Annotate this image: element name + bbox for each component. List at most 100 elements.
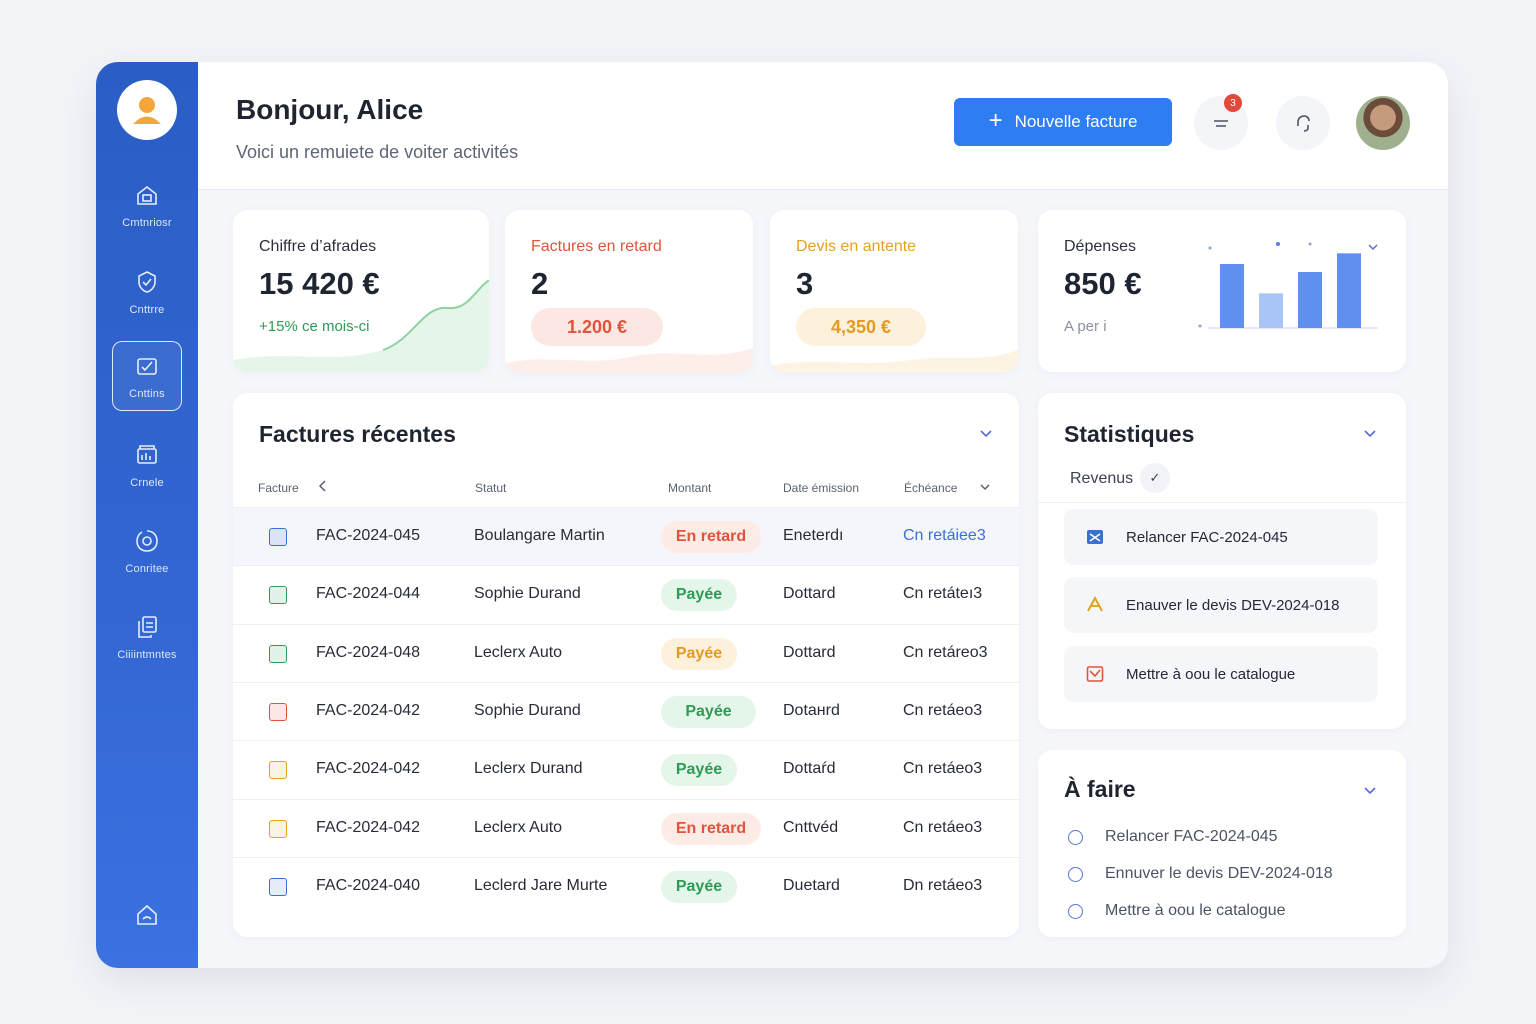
quotes-wave xyxy=(770,350,1018,372)
col-invoice[interactable]: Facture xyxy=(258,481,299,495)
col-amount[interactable]: Montant xyxy=(668,481,711,495)
sidebar-item-clients[interactable]: Cnttrre xyxy=(112,257,182,327)
expenses-title: Dépenses xyxy=(1064,238,1137,255)
invoice-due: Cn retáteı3 xyxy=(903,585,983,603)
chart-doc-icon xyxy=(137,444,157,464)
invoice-due: Cn retáreo3 xyxy=(903,643,988,661)
invoice-icon xyxy=(1087,530,1103,544)
sidebar-item-dashboard[interactable]: Cmtnriosr xyxy=(112,170,182,240)
col-due[interactable]: Échéance xyxy=(904,481,957,495)
table-row[interactable]: FAC-2024-048 Leclerx Auto Payée Dottard Cn r… xyxy=(233,623,1019,682)
expense-bar xyxy=(1220,264,1244,328)
home-icon[interactable] xyxy=(134,902,160,928)
revenue-sparkline xyxy=(233,280,489,372)
help-button[interactable] xyxy=(1276,96,1330,150)
checkbox[interactable] xyxy=(1068,903,1083,919)
todo-card: À faire Relancer FAC-2024-045 Ennuver le… xyxy=(1038,750,1406,937)
invoice-file-icon xyxy=(269,528,287,546)
invoice-due: Cn retáeo3 xyxy=(903,760,983,778)
chevron-down-icon[interactable] xyxy=(978,425,994,441)
expenses-value: 850 € xyxy=(1064,266,1142,301)
col-date[interactable]: Date émission xyxy=(783,481,859,495)
table-row[interactable]: FAC-2024-042 Sophie Durand Payée Dotaнrd Cn … xyxy=(233,681,1019,740)
table-row[interactable]: FAC-2024-044 Sophie Durand Payée Dottard Cn … xyxy=(233,565,1019,623)
sidebar-item-documents[interactable]: Ciiiintmntes xyxy=(112,602,182,672)
statistics-item[interactable]: Enauver le devis DEV-2024-018 xyxy=(1064,577,1378,633)
sidebar-item-label: Conritee xyxy=(125,562,169,575)
expense-bar xyxy=(1337,253,1361,328)
sidebar-avatar[interactable] xyxy=(117,80,177,140)
checkbox[interactable] xyxy=(1068,866,1083,882)
todo-item[interactable]: Ennuver le devis DEV-2024-018 xyxy=(1068,865,1333,883)
chevron-down-icon[interactable] xyxy=(979,481,991,493)
revenue-card: Chiffre d’afrades 15 420 € +15% ce mois-… xyxy=(233,210,489,372)
todo-item[interactable]: Mettre à oou le catalogue xyxy=(1068,902,1286,920)
statistics-item[interactable]: Mettre à oou le catalogue xyxy=(1064,646,1378,702)
plus-icon: + xyxy=(988,107,1003,134)
invoice-client: Leclerx Durand xyxy=(474,760,583,778)
invoices-title: Factures récentes xyxy=(259,421,456,447)
late-title: Factures en retard xyxy=(531,238,662,255)
sidebar-item-label: Cmtnriosr xyxy=(122,216,172,229)
invoice-date: Duetard xyxy=(783,876,840,894)
invoice-client: Leclerx Auto xyxy=(474,818,563,836)
sidebar-item-settings[interactable]: Conritee xyxy=(112,516,182,586)
app-window: Cmtnriosr Cnttrre Cnttins Crnele Conrite… xyxy=(96,62,1448,968)
table-row[interactable]: FAC-2024-042 Leclerx Durand Payée Dottaŕd Cn… xyxy=(233,740,1019,798)
statistics-item-label: Relancer FAC-2024-045 xyxy=(1126,528,1288,546)
expenses-card: Dépenses 850 € A per i xyxy=(1038,210,1406,372)
revenue-title: Chiffre d’afrades xyxy=(259,238,377,255)
chevron-down-icon[interactable] xyxy=(1366,240,1380,254)
statistics-item[interactable]: Relancer FAC-2024-045 xyxy=(1064,509,1378,565)
notifications-button[interactable]: 3 xyxy=(1194,94,1248,150)
invoice-id[interactable]: FAC-2024-044 xyxy=(316,585,420,603)
statistics-title: Statistiques xyxy=(1064,421,1195,447)
table-row[interactable]: FAC-2024-042 Leclerx Auto En retard Cnttvéd… xyxy=(233,798,1019,857)
invoice-id[interactable]: FAC-2024-048 xyxy=(316,644,420,662)
invoice-id[interactable]: FAC-2024-040 xyxy=(316,877,420,895)
status-badge: En retard xyxy=(661,521,761,553)
user-avatar[interactable] xyxy=(1356,96,1410,150)
check-icon[interactable]: ✓ xyxy=(1140,463,1170,493)
header: Bonjour, Alice Voici un remuiete de voit… xyxy=(198,62,1448,190)
divider xyxy=(1038,502,1406,503)
status-badge: Payée xyxy=(661,637,737,670)
status-badge: En retard xyxy=(661,812,761,845)
statistics-filter-label[interactable]: Revenus xyxy=(1070,470,1133,488)
sidebar-item-label: Ciiiintmntes xyxy=(117,648,177,661)
invoice-date: Dotaнrd xyxy=(783,701,840,719)
invoice-due: Cn retáeo3 xyxy=(903,818,983,836)
checkbox[interactable] xyxy=(1068,829,1083,845)
statistics-item-label: Enauver le devis DEV-2024-018 xyxy=(1126,596,1340,614)
documents-icon xyxy=(138,615,157,638)
chevron-down-icon[interactable] xyxy=(1362,782,1378,798)
invoice-id[interactable]: FAC-2024-042 xyxy=(316,819,420,837)
invoice-file-icon xyxy=(269,644,287,663)
invoice-date: Dottaŕd xyxy=(783,760,836,778)
table-row[interactable]: FAC-2024-040 Leclerd Jare Murte Payée Dueta… xyxy=(233,856,1019,915)
recent-invoices-card: Factures récentes Facture Statut Montant… xyxy=(233,393,1019,937)
invoice-file-icon xyxy=(269,586,287,605)
gear-icon xyxy=(136,529,158,552)
expenses-bar-chart xyxy=(1198,242,1378,329)
invoice-id[interactable]: FAC-2024-042 xyxy=(316,702,420,720)
filter-lines-icon xyxy=(1214,120,1228,127)
new-invoice-button[interactable]: + Nouvelle facture xyxy=(954,98,1172,146)
invoice-date: Dottard xyxy=(783,585,836,603)
invoice-client: Leclerx Auto xyxy=(474,643,563,661)
chevron-down-icon[interactable] xyxy=(1362,425,1378,441)
invoice-client: Boulangare Martin xyxy=(474,527,605,544)
invoice-due: Cn retáiee3 xyxy=(903,527,986,544)
invoice-id[interactable]: FAC-2024-045 xyxy=(316,527,420,545)
chevron-left-icon[interactable] xyxy=(317,479,329,493)
todo-item[interactable]: Relancer FAC-2024-045 xyxy=(1068,828,1278,846)
late-invoices-card: Factures en retard 2 1.200 € xyxy=(505,210,753,372)
todo-item-label: Ennuver le devis DEV-2024-018 xyxy=(1105,865,1333,882)
table-row[interactable]: FAC-2024-045 Boulangare Martin En retard En… xyxy=(233,507,1019,565)
home-icon xyxy=(137,185,157,205)
col-status[interactable]: Statut xyxy=(475,481,506,495)
sidebar-item-invoices[interactable]: Cnttins xyxy=(112,341,182,411)
todo-item-label: Mettre à oou le catalogue xyxy=(1105,902,1286,919)
invoice-id[interactable]: FAC-2024-042 xyxy=(316,760,420,778)
sidebar-item-quotes[interactable]: Crnele xyxy=(112,430,182,500)
